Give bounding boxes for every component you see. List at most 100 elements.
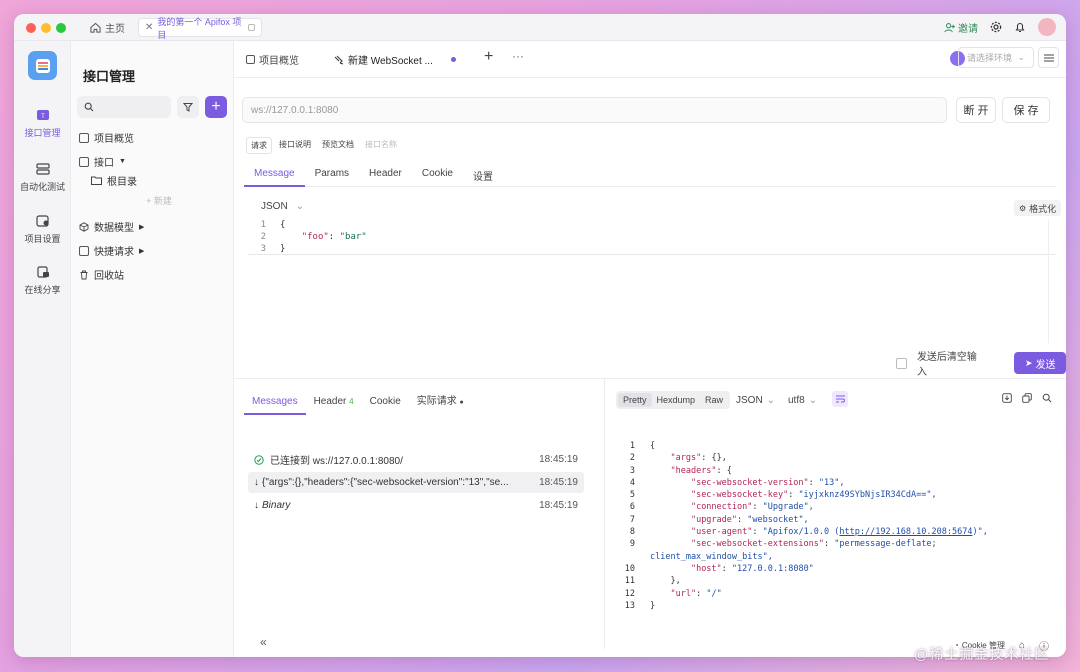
bell-icon[interactable] xyxy=(1014,21,1026,33)
home-tab-label: 主页 xyxy=(105,24,125,35)
send-button[interactable]: ➤ 发送 xyxy=(1014,352,1066,374)
json-viewer[interactable]: 1{ 2 "args": {}, 3 "headers": { 4 "sec-w… xyxy=(616,440,1056,612)
tree-item-trash[interactable]: 回收站 xyxy=(79,267,124,282)
tab-cookie[interactable]: Cookie xyxy=(412,159,463,187)
rail-item-settings[interactable]: 项目设置 xyxy=(14,215,71,245)
format-label: JSON xyxy=(261,201,288,212)
left-rail: T 接口管理 自动化测试 项目设置 在线分享 xyxy=(14,41,71,657)
tree-search-input[interactable] xyxy=(77,96,171,118)
maximize-window-button[interactable] xyxy=(56,23,66,33)
user-agent-link[interactable]: http://192.168.10.208:5674 xyxy=(839,526,972,538)
list-item[interactable]: ↓ {"args":{},"headers":{"sec-websocket-v… xyxy=(248,472,584,493)
code-line: 1{ xyxy=(260,220,286,230)
json-line: 13} xyxy=(624,600,656,611)
gear-icon[interactable] xyxy=(990,21,1002,33)
tab-response-header[interactable]: Header 4 xyxy=(306,391,362,415)
add-button[interactable]: + xyxy=(205,96,227,118)
overview-icon xyxy=(79,132,89,143)
disconnect-button[interactable]: 断 开 xyxy=(956,97,996,123)
home-tab[interactable]: 主页 xyxy=(90,19,125,36)
tab-messages[interactable]: Messages xyxy=(244,391,306,415)
search-icon[interactable] xyxy=(1042,393,1052,403)
message-time: 18:45:19 xyxy=(539,454,578,465)
clear-after-send-checkbox[interactable] xyxy=(896,357,907,369)
view-raw[interactable]: Raw xyxy=(700,393,728,407)
user-add-icon xyxy=(944,22,955,32)
tree-item-root[interactable]: 根目录 xyxy=(91,173,137,188)
project-tab[interactable]: ✕ 我的第一个 Apifox 项目 xyxy=(138,17,262,40)
tab-preview-doc[interactable]: 预览文档 xyxy=(318,137,358,154)
json-line: 10 "host": "127.0.0.1:8080" xyxy=(624,563,814,574)
tab-settings[interactable]: 设置 xyxy=(463,159,503,187)
tab-request[interactable]: 请求 xyxy=(246,137,272,154)
rail-item-automation[interactable]: 自动化测试 xyxy=(14,163,71,193)
copy-icon[interactable] xyxy=(1022,393,1032,403)
format-select[interactable]: JSON ⌄ xyxy=(261,201,304,212)
save-button[interactable]: 保 存 xyxy=(1002,97,1050,123)
settings-icon xyxy=(35,215,49,227)
tree-item-overview[interactable]: 项目概览 xyxy=(79,130,134,145)
tree-item-quick-request[interactable]: 快捷请求 ▶ xyxy=(79,243,144,258)
tree-item-label: 数据模型 xyxy=(94,223,134,234)
api-name-input[interactable]: 接口名称 xyxy=(361,137,401,154)
tab-label: 项目概览 xyxy=(259,56,299,67)
unsaved-dot-icon xyxy=(450,57,456,62)
message-detail-panel: Pretty Hexdump Raw JSON ⌄ utf8 ⌄ 1{2 "a… xyxy=(606,379,1062,649)
close-tab-icon[interactable]: ✕ xyxy=(145,22,153,33)
titlebar-actions: 邀请 xyxy=(944,18,1056,36)
tree-item-api[interactable]: 接口 ▼ xyxy=(79,154,126,169)
encoding-select[interactable]: utf8 ⌄ xyxy=(788,395,817,406)
json-line: 1{ xyxy=(629,441,656,451)
tab-actual-request[interactable]: 实际请求 ● xyxy=(409,391,472,415)
document-tabs: 项目概览 新建 WebSocket ... + ··· 请选择环境 ⌄ xyxy=(234,41,1066,78)
beautify-icon: ⚙ xyxy=(1019,203,1027,213)
more-tabs-icon[interactable]: ··· xyxy=(512,49,524,63)
menu-button[interactable] xyxy=(1038,47,1059,68)
chevron-down-icon: ⌄ xyxy=(295,201,305,212)
list-item[interactable]: 已连接到 ws://127.0.0.1:8080/ 18:45:19 xyxy=(248,449,584,470)
tab-overview[interactable]: 项目概览 xyxy=(246,52,299,67)
editor-scrollbar[interactable] xyxy=(1048,219,1056,343)
tab-websocket[interactable]: 新建 WebSocket ... xyxy=(334,52,456,67)
tree-item-label: 接口 xyxy=(94,158,114,169)
test-icon xyxy=(35,163,50,175)
filter-button[interactable] xyxy=(177,96,199,118)
add-tab-button[interactable]: + xyxy=(484,48,493,66)
word-wrap-button[interactable] xyxy=(832,391,848,407)
close-window-button[interactable] xyxy=(26,23,36,33)
invite-button[interactable]: 邀请 xyxy=(944,20,978,35)
hamburger-icon xyxy=(1043,53,1054,62)
title-bar: 主页 ✕ 我的第一个 Apifox 项目 邀请 xyxy=(14,14,1066,41)
collapse-sidebar-icon[interactable]: « xyxy=(260,635,267,649)
new-item-button[interactable]: + 新建 xyxy=(89,194,229,208)
messages-panel: Messages Header 4 Cookie 实际请求 ● 已连接到 ws:… xyxy=(238,379,604,649)
minimize-window-button[interactable] xyxy=(41,23,51,33)
rail-item-share[interactable]: 在线分享 xyxy=(14,266,71,296)
json-line: 2 "args": {}, xyxy=(629,453,727,464)
vertical-divider[interactable] xyxy=(604,379,605,649)
message-editor[interactable]: 1{ 2 "foo": "bar" 3} xyxy=(248,219,1056,343)
avatar[interactable] xyxy=(1038,18,1056,36)
tab-message[interactable]: Message xyxy=(244,159,305,187)
arrow-down-icon: ↓ xyxy=(254,477,259,488)
view-pretty[interactable]: Pretty xyxy=(618,393,652,407)
json-line: 11 }, xyxy=(624,576,681,587)
url-input[interactable]: ws://127.0.0.1:8080 xyxy=(242,97,947,123)
tab-response-cookie[interactable]: Cookie xyxy=(362,391,409,415)
list-item[interactable]: ↓ Binary 18:45:19 xyxy=(248,495,584,516)
view-hexdump[interactable]: Hexdump xyxy=(652,393,701,407)
response-format-select[interactable]: JSON ⌄ xyxy=(736,395,775,406)
message-time: 18:45:19 xyxy=(539,500,578,511)
tree-item-models[interactable]: 数据模型 ▶ xyxy=(79,219,144,234)
environment-select[interactable]: 请选择环境 ⌄ xyxy=(958,47,1034,68)
caret-down-icon: ▼ xyxy=(119,158,126,165)
message-time: 18:45:19 xyxy=(539,477,578,488)
main-panel: 项目概览 新建 WebSocket ... + ··· 请选择环境 ⌄ ws:/… xyxy=(234,41,1066,657)
overview-icon xyxy=(246,55,255,64)
download-icon[interactable] xyxy=(1002,393,1012,403)
beautify-button[interactable]: ⚙ 格式化 xyxy=(1014,200,1062,216)
tab-header[interactable]: Header xyxy=(359,159,412,187)
tab-params[interactable]: Params xyxy=(305,159,359,187)
rail-item-api[interactable]: T 接口管理 xyxy=(14,109,71,139)
tab-api-doc[interactable]: 接口说明 xyxy=(275,137,315,154)
